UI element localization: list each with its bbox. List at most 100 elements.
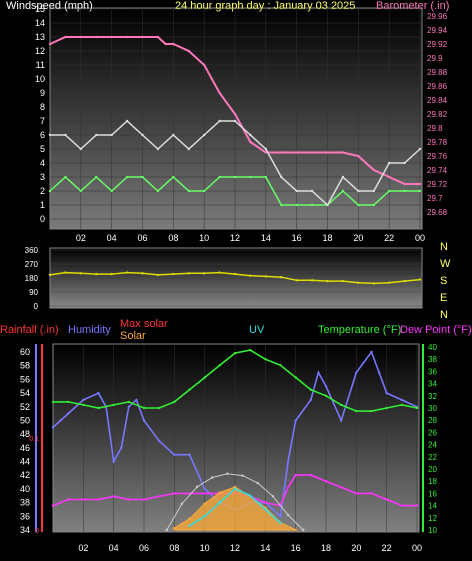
temperature-point [294,376,297,379]
wind_avg-point [341,189,345,193]
wind-tick-label: 15 [35,4,45,14]
time-tick-label: 12 [230,543,240,553]
barometer-tick-label: 29.8 [427,124,443,133]
wind-tick-label: 2 [40,186,45,196]
wind_gust-point [218,119,221,123]
wind_avg-point [64,175,67,179]
wind-direction-point [218,271,221,274]
temperature-point [203,376,206,379]
wind_avg-point [141,175,144,179]
wind_avg-point [110,189,113,193]
wind_avg-point [79,189,83,193]
dew-point-point [51,504,55,507]
temperature-point [157,406,161,410]
wind_avg-point [403,189,406,193]
temperature-tick-label: 20 [428,465,437,474]
wind_gust-point [249,133,252,137]
wind-direction-point [48,273,52,277]
temperature-point [248,348,252,352]
dew-point-point [415,504,419,507]
dew-point-point [112,495,115,498]
temperature-tick-label: 30 [428,404,437,413]
max-solar-point [302,528,305,532]
humidity-tick-label: 42 [20,470,30,480]
temperature-point [400,403,404,407]
temperature-point [370,409,373,413]
temperature-point [339,403,343,407]
barometer-point [79,35,83,39]
wind_gust-point [156,147,160,151]
humidity-point [203,487,206,491]
humidity-point [120,446,123,450]
temperature-point [309,388,313,391]
barometer-point [418,182,422,186]
humidity-tick-label: 54 [20,388,30,398]
panel1-title-center: 24 hour graph day : January 03 2025 [175,0,355,12]
dew-point-point [400,504,404,507]
time-tick-label: 00 [415,233,425,243]
wind_avg-point [218,175,221,179]
temperature-point [415,406,419,410]
temperature-tick-label: 36 [428,367,437,376]
humidity-point [173,453,176,456]
legend-max-solar: Max solar [120,318,168,330]
temperature-tick-label: 28 [428,416,437,425]
wind_gust-point [187,147,190,151]
time-tick-label: 06 [137,233,147,243]
direction-tick-label: 360 [25,246,39,255]
wind_avg-point [125,175,129,179]
wind-direction-point [64,271,67,274]
temperature-point [173,400,176,404]
wind-direction-point [310,279,314,282]
wind_avg-point [310,203,314,207]
wind-tick-label: 1 [40,200,45,210]
humidity-point [317,371,320,374]
humidity-point [112,460,115,463]
wind-direction-point [372,282,375,285]
time-tick-label: 02 [78,543,88,553]
time-tick-label: 08 [169,543,179,553]
wind_gust-point [110,133,113,137]
wind_gust-point [141,133,144,137]
max-solar-point [271,495,275,498]
wind_avg-point [280,203,283,207]
dew-point-point [324,480,328,483]
wind-tick-label: 7 [40,116,45,126]
wind_avg-point [172,175,175,179]
time-tick-label: 10 [199,233,209,243]
dew-point-point [286,486,290,489]
wind-tick-label: 9 [40,88,45,98]
panel1-title-left: Windspeed (mph) [6,0,93,12]
barometer-tick-label: 29.84 [427,96,448,105]
wind-direction-point [295,279,298,282]
barometer-tick-label: 29.68 [427,208,448,217]
humidity-tick-label: 58 [20,361,30,371]
barometer-point [403,182,406,186]
humidity-point [59,419,62,422]
legend-rainfall: Rainfall (.in) [0,324,59,336]
dew-point-point [294,473,297,477]
dew-point-point [355,492,358,495]
max-solar-point [286,513,290,517]
humidity-temperature-panel: Rainfall (.in) Humidity Max solar Solar … [0,318,472,553]
wind-tick-label: 6 [40,130,45,140]
temperature-point [51,400,55,404]
barometer-point [64,35,67,39]
max-solar-point [241,474,244,477]
humidity-point [400,398,404,402]
humidity-tick-label: 60 [20,347,30,357]
wind-direction-panel: 090180270360 NWSEN [25,241,451,321]
max-solar-point [256,481,259,485]
time-tick-label: 18 [321,543,331,553]
barometer-point [372,168,375,172]
wind-direction-point [172,272,175,276]
humidity-point [294,419,297,422]
direction-tick-label: 270 [25,260,39,269]
wind-direction-point [95,272,98,276]
humidity-point [127,405,131,408]
wind_avg-point [357,203,360,207]
temperature-tick-label: 18 [428,477,437,486]
temperature-point [324,394,328,397]
temperature-tick-label: 12 [428,514,437,523]
dew-point-point [82,498,85,501]
